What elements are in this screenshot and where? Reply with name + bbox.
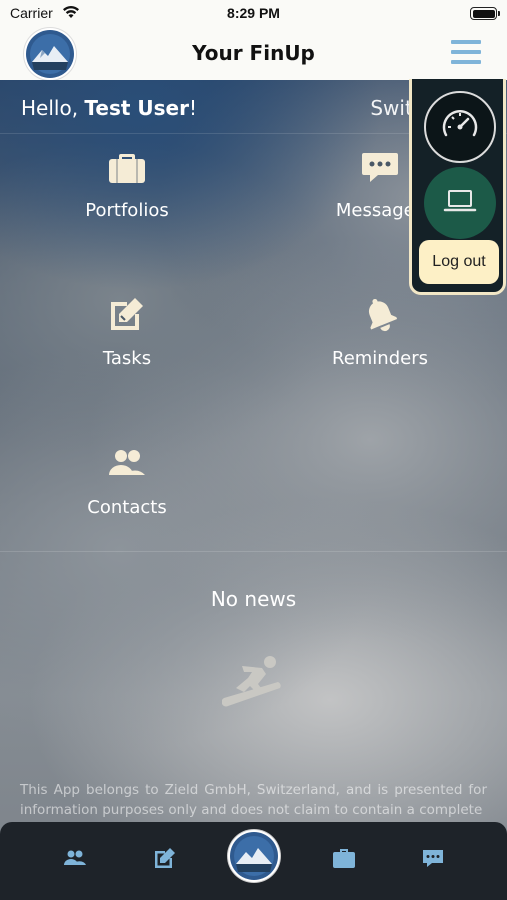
laptop-icon <box>443 190 477 212</box>
tab-contacts-users-icon[interactable] <box>63 846 87 870</box>
tab-tasks-edit-icon[interactable] <box>153 846 177 870</box>
battery-icon <box>470 7 500 20</box>
hamburger-menu-icon[interactable] <box>451 40 481 66</box>
edit-icon <box>111 298 143 330</box>
speedometer-icon <box>442 110 478 137</box>
users-icon <box>109 450 145 475</box>
page-title: Your FinUp <box>192 41 315 65</box>
nav-bar: Your FinUp <box>0 28 507 80</box>
dashboard-button[interactable] <box>424 91 496 163</box>
tile-label-portfolios: Portfolios <box>85 200 169 221</box>
snowboarder-icon <box>222 656 281 707</box>
briefcase-icon <box>109 154 145 183</box>
tile-reminders[interactable]: Reminders <box>280 294 480 369</box>
disclaimer-text: This App belongs to Zield GmbH, Switzerl… <box>20 782 487 818</box>
greeting-text: Hello, Test User! <box>21 96 198 120</box>
screen-mode-button[interactable] <box>424 167 496 239</box>
tile-tasks[interactable]: Tasks <box>27 294 227 369</box>
tab-portfolios-briefcase-icon[interactable] <box>332 846 356 870</box>
status-bar: Carrier 8:29 PM <box>0 0 507 28</box>
logout-button[interactable]: Log out <box>419 240 499 284</box>
chat-icon <box>362 153 398 182</box>
tile-label-tasks: Tasks <box>102 348 152 369</box>
tile-label-reminders: Reminders <box>332 348 428 369</box>
status-time: 8:29 PM <box>227 5 280 21</box>
bottom-tab-bar <box>0 822 507 900</box>
tile-portfolios[interactable]: Portfolios <box>27 146 227 221</box>
tab-home-avatar[interactable] <box>228 830 280 882</box>
tile-contacts[interactable]: Contacts <box>27 443 227 518</box>
tile-label-contacts: Contacts <box>87 497 167 518</box>
user-name: Test User <box>84 96 189 120</box>
popup-menu: Log out <box>409 79 506 295</box>
tab-messages-chat-icon[interactable] <box>421 846 445 870</box>
news-empty-text: No news <box>210 587 297 611</box>
section-divider <box>0 551 507 552</box>
bell-icon <box>368 298 398 332</box>
